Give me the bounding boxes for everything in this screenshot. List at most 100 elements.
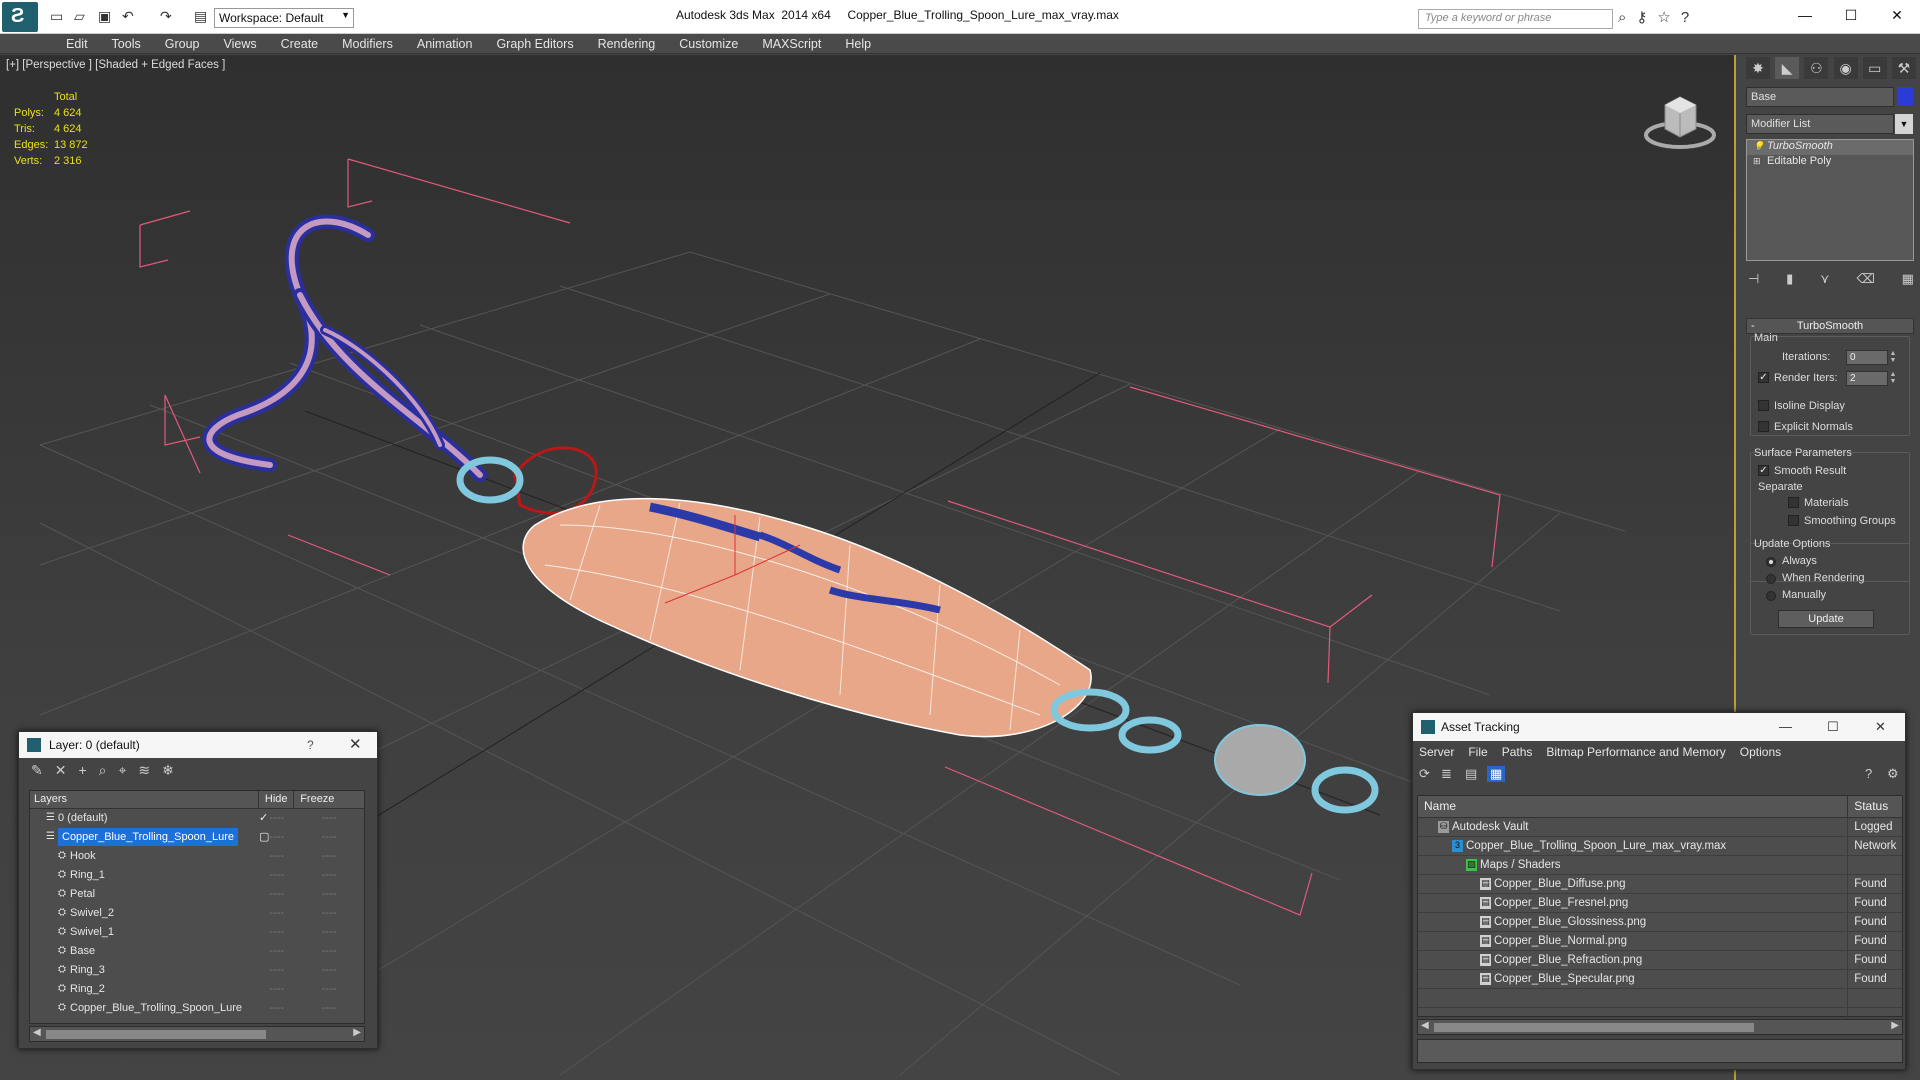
layer-row[interactable]: ⛭ Copper_Blue_Trolling_Spoon_Lure ---- ---- <box>30 999 364 1018</box>
iterations-spinner[interactable]: 0 <box>1846 350 1888 365</box>
manually-radio[interactable] <box>1766 591 1776 601</box>
freeze-toggle[interactable]: ---- <box>294 961 364 980</box>
delete-layer-icon[interactable]: ✕ <box>55 758 67 782</box>
save-file-icon[interactable]: ▣ <box>98 8 111 25</box>
close-button[interactable]: ✕ <box>1875 713 1886 741</box>
hide-all-icon[interactable]: ≋ <box>138 758 150 782</box>
object-name-field[interactable]: Base <box>1746 87 1894 107</box>
asset-status-field[interactable] <box>1417 1039 1903 1063</box>
col-name[interactable]: Name <box>1418 796 1849 817</box>
layer-row[interactable]: ⛭ Base ---- ---- <box>30 942 364 961</box>
col-freeze[interactable]: Freeze <box>294 791 364 808</box>
update-button[interactable]: Update <box>1778 610 1874 628</box>
remove-modifier-icon[interactable]: ⌫ <box>1856 271 1874 291</box>
hide-toggle[interactable]: ---- <box>259 942 294 961</box>
menu-customize[interactable]: Customize <box>667 34 750 53</box>
layer-row[interactable]: ☰ Copper_Blue_Trolling_Spoon_Lure ---- ----… <box>30 828 364 847</box>
hide-toggle[interactable]: ---- <box>259 980 294 999</box>
hide-toggle[interactable]: ---- <box>259 961 294 980</box>
materials-checkbox[interactable] <box>1788 497 1799 508</box>
scroll-left-icon[interactable]: ◀ <box>33 1027 41 1038</box>
freeze-toggle[interactable]: ---- <box>294 999 364 1018</box>
hide-toggle[interactable]: ---- <box>259 923 294 942</box>
spinner-arrows-icon[interactable]: ▲ ▼ <box>1888 350 1898 365</box>
maximize-button[interactable]: ☐ <box>1827 713 1839 741</box>
menu-graph-editors[interactable]: Graph Editors <box>484 34 585 53</box>
menu-modifiers[interactable]: Modifiers <box>330 34 405 53</box>
add-to-layer-icon[interactable]: + <box>78 758 86 782</box>
menu-animation[interactable]: Animation <box>405 34 485 53</box>
smooth-result-checkbox[interactable]: ✓ <box>1758 465 1769 476</box>
freeze-toggle[interactable]: ---- <box>294 942 364 961</box>
stack-item-editable-poly[interactable]: ⊞ Editable Poly <box>1747 155 1913 170</box>
layer-row[interactable]: ⛭ Ring_3 ---- ---- <box>30 961 364 980</box>
layer-row[interactable]: ⛭ Petal ---- ---- <box>30 885 364 904</box>
menu-options[interactable]: Options <box>1740 741 1781 763</box>
asset-row[interactable]: ▤ Copper_Blue_Refraction.png Found <box>1418 951 1902 970</box>
hierarchy-tab-icon[interactable]: ⚇ <box>1804 57 1829 79</box>
refresh-icon[interactable]: ⟳ <box>1419 766 1430 782</box>
spinner-arrows-icon[interactable]: ▲ ▼ <box>1888 371 1898 386</box>
freeze-toggle[interactable]: ---- <box>294 809 364 828</box>
layer-row[interactable]: ⛭ Ring_2 ---- ---- <box>30 980 364 999</box>
open-file-icon[interactable]: ▱ <box>74 8 85 25</box>
layer-row[interactable]: ⛭ Ring_1 ---- ---- <box>30 866 364 885</box>
viewport-label[interactable]: [+] [Perspective ] [Shaded + Edged Faces… <box>6 59 225 71</box>
always-radio[interactable] <box>1766 557 1776 567</box>
scroll-right-icon[interactable]: ▶ <box>353 1027 361 1038</box>
freeze-toggle[interactable]: ---- <box>294 904 364 923</box>
bulb-icon[interactable]: 💡 <box>1753 141 1764 152</box>
horizontal-scrollbar[interactable]: ◀ ▶ <box>1417 1019 1903 1035</box>
asset-row[interactable]: ▤ Copper_Blue_Diffuse.png Found <box>1418 875 1902 894</box>
freeze-toggle[interactable]: ---- <box>294 847 364 866</box>
set-current-layer-icon[interactable]: ▢ <box>259 828 269 846</box>
menu-maxscript[interactable]: MAXScript <box>750 34 833 53</box>
table-view-icon[interactable]: ▦ <box>1487 766 1506 782</box>
hide-toggle[interactable]: ---- <box>259 999 294 1018</box>
scroll-right-icon[interactable]: ▶ <box>1891 1020 1899 1031</box>
hide-toggle[interactable]: ---- <box>259 866 294 885</box>
hide-toggle[interactable]: ---- <box>259 847 294 866</box>
binoculars-icon[interactable]: ⌕ <box>1618 9 1636 26</box>
detail-view-icon[interactable]: ▤ <box>1465 766 1477 782</box>
stack-item-turbosmooth[interactable]: 💡 TurboSmooth <box>1747 140 1913 155</box>
modifier-list-dropdown[interactable]: Modifier List <box>1746 114 1894 134</box>
menu-views[interactable]: Views <box>211 34 268 53</box>
scrollbar-thumb[interactable] <box>46 1030 266 1039</box>
render-iters-spinner[interactable]: 2 <box>1846 371 1888 386</box>
col-status[interactable]: Status <box>1848 796 1902 817</box>
select-objects-icon[interactable]: ⌕ <box>99 758 107 782</box>
list-view-icon[interactable]: ≣ <box>1441 766 1452 782</box>
configure-sets-icon[interactable]: ▦ <box>1902 271 1914 291</box>
col-layers[interactable]: Layers <box>30 791 260 808</box>
freeze-toggle[interactable]: ---- <box>294 980 364 999</box>
when-rendering-radio[interactable] <box>1766 574 1776 584</box>
asset-row[interactable]: 3 Copper_Blue_Trolling_Spoon_Lure_max_vra… <box>1418 837 1902 856</box>
layer-row[interactable]: ⛭ Swivel_2 ---- ---- <box>30 904 364 923</box>
menu-rendering[interactable]: Rendering <box>586 34 668 53</box>
display-tab-icon[interactable]: ▭ <box>1862 57 1887 79</box>
horizontal-scrollbar[interactable]: ◀ ▶ <box>29 1026 365 1042</box>
project-folder-icon[interactable]: ▤ <box>194 8 207 25</box>
minimize-button[interactable]: — <box>1779 713 1792 741</box>
asset-row[interactable]: ▨ Maps / Shaders <box>1418 856 1902 875</box>
isoline-display-checkbox[interactable] <box>1758 400 1769 411</box>
asset-row[interactable]: ▤ Copper_Blue_Glossiness.png Found <box>1418 913 1902 932</box>
search-input[interactable]: Type a keyword or phrase <box>1418 9 1613 29</box>
freeze-toggle[interactable]: ---- <box>294 885 364 904</box>
close-button[interactable]: ✕ <box>1874 0 1920 30</box>
pin-stack-icon[interactable]: ⊣ <box>1748 271 1759 291</box>
freeze-all-icon[interactable]: ❄ <box>162 758 174 782</box>
layer-row[interactable]: ⛭ Hook ---- ---- <box>30 847 364 866</box>
make-unique-icon[interactable]: ⋎ <box>1820 271 1830 291</box>
scroll-left-icon[interactable]: ◀ <box>1421 1020 1429 1031</box>
asset-window-titlebar[interactable]: Asset Tracking — ☐ ✕ <box>1413 713 1905 741</box>
layer-window-titlebar[interactable]: Layer: 0 (default) ? ✕ <box>19 732 377 758</box>
freeze-toggle[interactable]: ---- <box>294 828 364 847</box>
undo-icon[interactable]: ↶ <box>122 8 134 25</box>
asset-row[interactable]: ▤ Copper_Blue_Fresnel.png Found <box>1418 894 1902 913</box>
key-icon[interactable]: ⚷ <box>1636 9 1657 26</box>
modify-tab-icon[interactable]: ◣ <box>1775 57 1800 79</box>
help-icon[interactable]: ? <box>1865 766 1872 781</box>
render-iters-checkbox[interactable]: ✓ <box>1758 372 1769 383</box>
